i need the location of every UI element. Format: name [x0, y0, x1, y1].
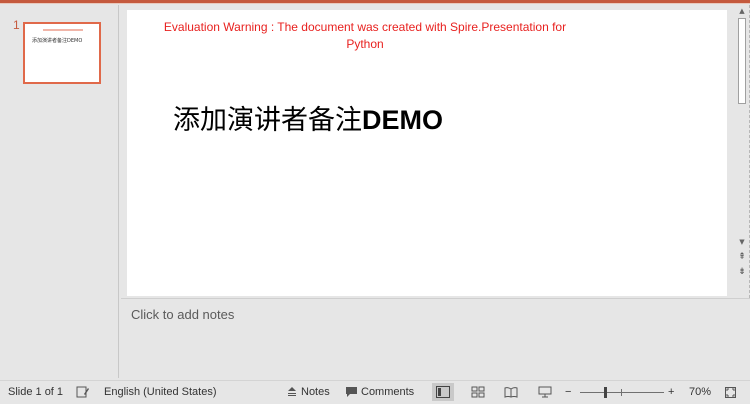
zoom-out-button[interactable]: −: [565, 381, 571, 404]
notes-button[interactable]: Notes: [301, 381, 330, 404]
slide-title-latin: DEMO: [362, 105, 443, 135]
comments-icon[interactable]: [345, 381, 358, 404]
pane-divider[interactable]: [118, 5, 119, 378]
notes-placeholder[interactable]: Click to add notes: [131, 307, 234, 322]
slide-title-cjk: 添加演讲者备注: [173, 105, 362, 136]
vertical-scrollbar[interactable]: ▲ ▼ ⇞ ⇟: [735, 5, 749, 295]
thumbnail-title: 添加演讲者备注DEMO: [32, 38, 83, 44]
zoom-slider-midpoint: [621, 389, 622, 396]
normal-view-icon[interactable]: [432, 383, 454, 401]
slide-sorter-view-icon[interactable]: [467, 383, 489, 401]
slide-thumbnail-pane: 1 添加演讲者备注DEMO: [0, 5, 118, 378]
slideshow-view-icon[interactable]: [534, 383, 556, 401]
zoom-slider-knob[interactable]: [604, 387, 607, 398]
thumbnail-number: 1: [13, 18, 20, 32]
scroll-down-icon[interactable]: ▼: [735, 236, 749, 248]
slide-counter[interactable]: Slide 1 of 1: [8, 381, 63, 404]
language-indicator[interactable]: English (United States): [104, 381, 217, 404]
notes-icon[interactable]: [286, 381, 298, 404]
zoom-level[interactable]: 70%: [689, 381, 711, 404]
slide-thumbnail[interactable]: 添加演讲者备注DEMO: [23, 22, 101, 84]
zoom-slider-track[interactable]: [580, 392, 664, 393]
comments-button[interactable]: Comments: [361, 381, 414, 404]
spell-check-icon[interactable]: [76, 381, 90, 404]
thumbnail-warning-line: [43, 29, 83, 31]
fit-to-window-icon[interactable]: [724, 381, 737, 404]
evaluation-warning-text[interactable]: Evaluation Warning : The document was cr…: [150, 19, 580, 53]
reading-view-icon[interactable]: [500, 383, 522, 401]
status-bar: Slide 1 of 1 English (United States) Not…: [0, 380, 750, 404]
next-slide-icon[interactable]: ⇟: [735, 266, 749, 278]
previous-slide-icon[interactable]: ⇞: [735, 251, 749, 263]
notes-pane[interactable]: Click to add notes: [121, 298, 750, 379]
slide-title[interactable]: 添加演讲者备注DEMO: [173, 98, 443, 137]
scrollbar-thumb[interactable]: [738, 18, 746, 104]
scroll-up-icon[interactable]: ▲: [735, 5, 749, 17]
ribbon-accent-bar: [0, 0, 750, 4]
zoom-in-button[interactable]: +: [668, 381, 674, 404]
